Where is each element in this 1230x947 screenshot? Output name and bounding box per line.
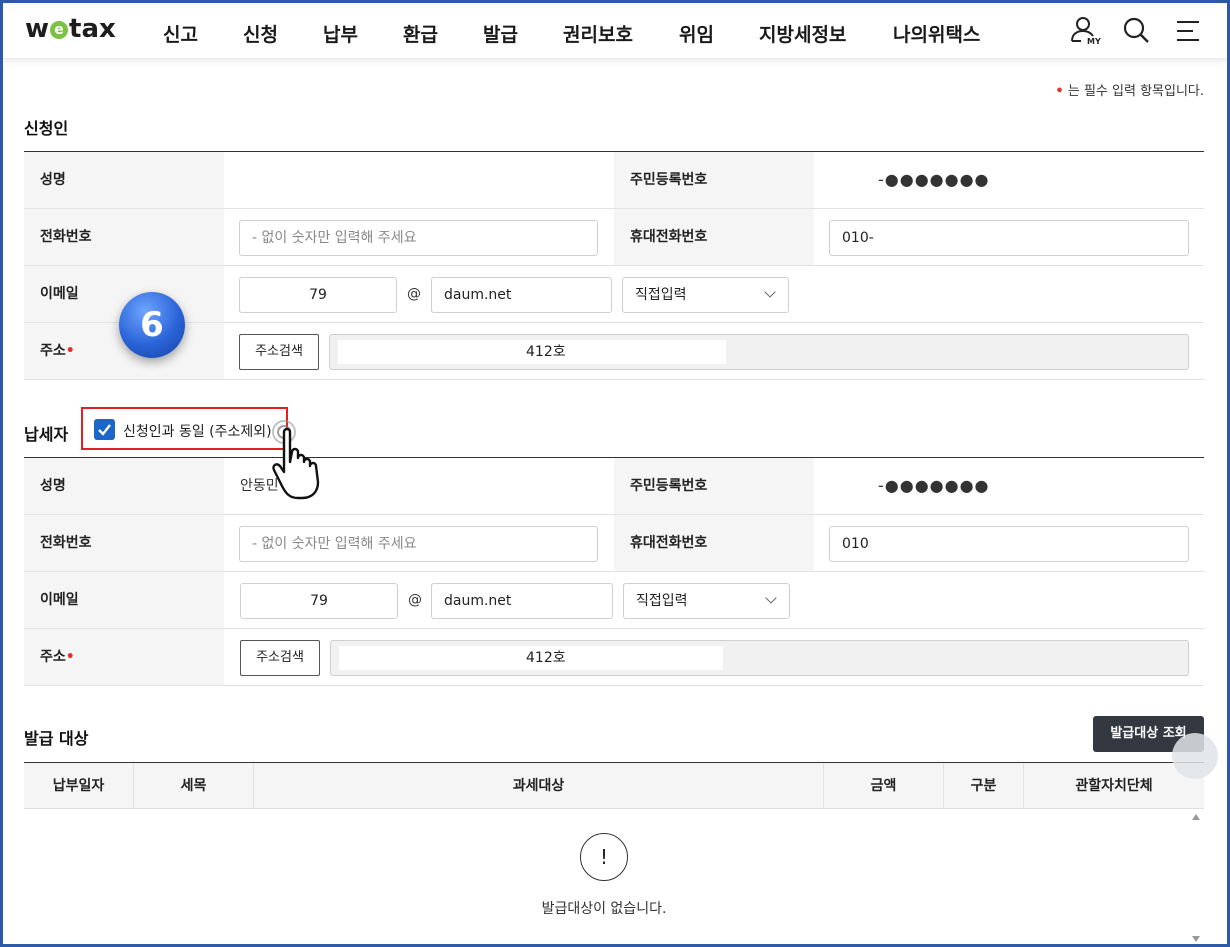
floating-button[interactable] — [1172, 733, 1218, 779]
taxpayer-row-name: 성명 안동민 주민등록번호 -●●●●●●● — [24, 458, 1204, 515]
nav-item-refund[interactable]: 환급 — [403, 20, 438, 47]
taxpayer-mobile-input[interactable]: 010 — [829, 526, 1189, 562]
required-dot: • — [65, 343, 75, 359]
taxpayer-email-id-input[interactable]: 79 — [240, 583, 398, 619]
issue-target-table: 납부일자 세목 과세대상 금액 구분 관할자치단체 — [24, 762, 1204, 809]
required-dot: • — [1055, 84, 1064, 99]
step-number-badge: 6 — [119, 292, 185, 358]
taxpayer-rrn-value: -●●●●●●● — [878, 476, 990, 495]
applicant-form: 성명 주민등록번호 -●●●●●●● 전화번호 - 없이 숫자만 입력해 주세요… — [24, 151, 1204, 380]
taxpayer-form: 성명 안동민 주민등록번호 -●●●●●●● 전화번호 - 없이 숫자만 입력해… — [24, 457, 1204, 686]
required-note: • 는 필수 입력 항목입니다. — [1055, 84, 1204, 99]
my-label: MY — [1087, 37, 1101, 46]
taxpayer-address-field[interactable]: 412호 — [330, 640, 1189, 676]
issue-target-section-title: 발급 대상 — [24, 729, 89, 748]
applicant-mobile-label: 휴대전화번호 — [614, 209, 814, 265]
taxpayer-rrn-label: 주민등록번호 — [614, 458, 814, 514]
same-as-applicant-checkbox[interactable] — [94, 419, 115, 440]
taxpayer-row-phone: 전화번호 - 없이 숫자만 입력해 주세요 휴대전화번호 010 — [24, 515, 1204, 572]
applicant-email-domain-select[interactable]: 직접입력 — [622, 277, 789, 313]
nav-item-local-tax-info[interactable]: 지방세정보 — [759, 20, 846, 47]
applicant-section-title: 신청인 — [24, 119, 69, 138]
applicant-phone-label: 전화번호 — [24, 209, 224, 265]
taxpayer-email-domain-select[interactable]: 직접입력 — [623, 583, 790, 619]
applicant-phone-input[interactable]: - 없이 숫자만 입력해 주세요 — [239, 220, 598, 256]
email-at-sign: @ — [408, 592, 422, 608]
taxpayer-email-label: 이메일 — [24, 572, 224, 628]
col-amount: 금액 — [824, 763, 944, 809]
applicant-rrn-label: 주민등록번호 — [614, 152, 814, 208]
same-as-applicant-label[interactable]: 신청인과 동일 (주소제외) — [123, 421, 272, 441]
applicant-address-search-button[interactable]: 주소검색 — [239, 334, 319, 370]
applicant-rrn-value: -●●●●●●● — [878, 170, 990, 189]
taxpayer-phone-label: 전화번호 — [24, 515, 224, 571]
nav-item-issue[interactable]: 발급 — [483, 20, 518, 47]
taxpayer-row-address: 주소• 주소검색 412호 — [24, 629, 1204, 686]
alert-icon: ! — [580, 833, 628, 881]
nav-item-rights[interactable]: 권리보호 — [563, 20, 633, 47]
taxpayer-address-search-button[interactable]: 주소검색 — [240, 640, 320, 676]
col-payment-date: 납부일자 — [24, 763, 134, 809]
required-dot: • — [65, 649, 75, 665]
check-icon — [98, 424, 111, 436]
taxpayer-phone-input[interactable]: - 없이 숫자만 입력해 주세요 — [239, 526, 598, 562]
nav-item-report[interactable]: 신고 — [163, 20, 198, 47]
nav-item-apply[interactable]: 신청 — [243, 20, 278, 47]
col-category: 구분 — [944, 763, 1024, 809]
applicant-email-domain-input[interactable]: daum.net — [431, 277, 612, 313]
same-as-applicant-highlight: 신청인과 동일 (주소제외) — [81, 407, 288, 450]
taxpayer-section-title: 납세자 — [24, 425, 69, 444]
empty-message: 발급대상이 없습니다. — [541, 901, 667, 917]
chevron-down-icon — [764, 286, 776, 298]
email-at-sign: @ — [407, 286, 421, 302]
nav-item-delegate[interactable]: 위임 — [679, 20, 714, 47]
search-icon[interactable] — [1121, 15, 1151, 47]
menu-icon[interactable] — [1173, 15, 1203, 47]
top-header: w e tax 신고 신청 납부 환급 발급 권리보호 위임 지방세정보 나의위택스… — [3, 3, 1227, 59]
user-icon[interactable]: MY — [1069, 15, 1101, 47]
col-tax-object: 과세대상 — [254, 763, 824, 809]
applicant-row-address: 주소• 주소검색 412호 — [24, 323, 1204, 380]
taxpayer-row-email: 이메일 79 @ daum.net 직접입력 — [24, 572, 1204, 629]
applicant-row-email: 이메일 79 @ daum.net 직접입력 — [24, 266, 1204, 323]
wetax-logo[interactable]: w e tax — [25, 14, 116, 44]
nav-item-pay[interactable]: 납부 — [323, 20, 358, 47]
applicant-row-name: 성명 주민등록번호 -●●●●●●● — [24, 152, 1204, 209]
taxpayer-mobile-label: 휴대전화번호 — [614, 515, 814, 571]
nav-item-my-wetax[interactable]: 나의위택스 — [893, 20, 980, 47]
applicant-mobile-input[interactable]: 010- — [829, 220, 1189, 256]
taxpayer-address-label: 주소• — [24, 629, 224, 685]
taxpayer-email-domain-input[interactable]: daum.net — [431, 583, 613, 619]
col-tax-item: 세목 — [134, 763, 254, 809]
applicant-email-id-input[interactable]: 79 — [239, 277, 397, 313]
taxpayer-address-value: 412호 — [526, 650, 566, 666]
table-header: 납부일자 세목 과세대상 금액 구분 관할자치단체 — [24, 763, 1204, 809]
applicant-row-phone: 전화번호 - 없이 숫자만 입력해 주세요 휴대전화번호 010- — [24, 209, 1204, 266]
table-scrollbar[interactable] — [1190, 812, 1202, 944]
applicant-name-label: 성명 — [24, 152, 224, 208]
applicant-address-value: 412호 — [526, 344, 566, 360]
chevron-down-icon — [765, 592, 777, 604]
applicant-address-field[interactable]: 412호 — [329, 334, 1189, 370]
taxpayer-name-label: 성명 — [24, 458, 224, 514]
pointer-hand-icon — [270, 418, 342, 508]
